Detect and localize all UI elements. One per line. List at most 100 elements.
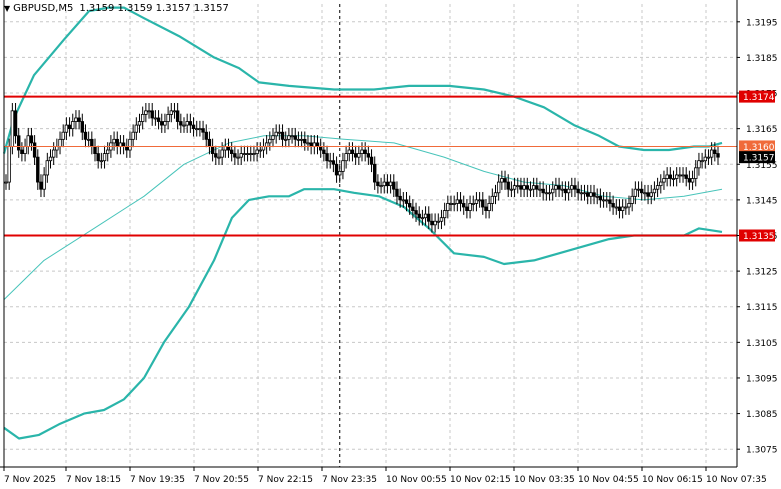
candle-bearish: [484, 206, 488, 211]
price-tick-label: 1.3115: [746, 303, 778, 313]
candle-bearish: [207, 138, 212, 147]
candle-bullish: [474, 199, 479, 204]
candle-bullish: [185, 121, 189, 126]
candle-bullish: [665, 174, 669, 179]
candle-bullish: [446, 203, 450, 211]
candle-bearish: [315, 142, 320, 147]
candle-bearish: [563, 188, 568, 194]
candle-bullish: [106, 149, 110, 154]
candle-bullish: [433, 220, 437, 226]
candle-bullish: [23, 146, 27, 154]
candle-bearish: [519, 185, 523, 190]
candle-bullish: [477, 199, 482, 202]
candle-bullish: [274, 131, 278, 137]
candle-bearish: [214, 153, 218, 158]
candle-bullish: [436, 220, 440, 223]
bollinger-lower-band: [3, 188, 723, 440]
candle-bearish: [115, 138, 119, 147]
candle-bullish: [674, 174, 679, 179]
candle-bullish: [99, 160, 104, 163]
candle-bullish: [633, 188, 638, 197]
candle-bearish: [293, 135, 297, 140]
candle-bearish: [93, 146, 97, 154]
candle-bearish: [373, 163, 377, 183]
candle-bearish: [385, 181, 390, 187]
candle-bullish: [490, 195, 495, 204]
candle-bullish: [560, 188, 564, 191]
price-level-badge-label: 1.3135: [743, 232, 775, 242]
candle-bearish: [204, 131, 208, 140]
candle-bullish: [547, 192, 552, 195]
candle-bullish: [697, 160, 701, 169]
candle-bearish: [175, 110, 180, 122]
price-tick-label: 1.3095: [746, 374, 778, 384]
candle-bullish: [239, 153, 243, 158]
candle-bullish: [531, 185, 536, 190]
candle-bullish: [551, 188, 555, 194]
candle-bearish: [417, 213, 421, 219]
candle-bullish: [198, 128, 202, 131]
candle-bullish: [496, 181, 501, 194]
candle-bullish: [258, 149, 262, 152]
time-tick-label: 10 Nov 06:15: [642, 475, 703, 485]
candle-bullish: [423, 213, 428, 219]
candle-bearish: [160, 121, 164, 126]
candle-bullish: [500, 178, 504, 183]
candle-bullish: [182, 124, 186, 127]
candle-bearish: [350, 149, 355, 154]
candle-bearish: [640, 188, 644, 194]
candle-bullish: [659, 181, 663, 187]
time-tick-label: 10 Nov 02:15: [450, 475, 511, 485]
candle-bullish: [570, 185, 574, 190]
candle-bearish: [226, 146, 231, 151]
candle-bearish: [39, 181, 43, 190]
candle-bearish: [598, 195, 603, 201]
candle-bearish: [32, 142, 37, 158]
candle-bullish: [306, 142, 310, 145]
current-price-label: 1.3157: [743, 154, 775, 164]
candle-bullish: [643, 192, 647, 195]
candle-bearish: [525, 185, 529, 190]
candle-bullish: [131, 131, 135, 140]
candle-bullish: [678, 174, 682, 177]
candle-bullish: [690, 178, 695, 183]
candle-bearish: [77, 117, 81, 122]
ohlc-values: 1.3159 1.3159 1.3157 1.3157: [79, 3, 229, 14]
candle-bullish: [102, 153, 107, 162]
candle-bearish: [17, 135, 21, 151]
candle-bearish: [414, 210, 418, 215]
candle-bearish: [535, 185, 539, 190]
candle-bullish: [112, 138, 116, 144]
price-tick-label: 1.3165: [746, 125, 778, 135]
candle-bullish: [268, 138, 272, 144]
candle-bearish: [541, 188, 545, 194]
candle-bearish: [407, 203, 412, 208]
candle-bullish: [493, 192, 498, 197]
candle-bullish: [48, 156, 53, 162]
candle-bullish: [144, 110, 148, 115]
candle-bearish: [481, 199, 485, 208]
candle-bearish: [210, 146, 215, 154]
candle-bearish: [646, 192, 650, 197]
candle-bullish: [468, 203, 472, 211]
candle-bullish: [449, 203, 453, 205]
candle-bullish: [614, 206, 618, 209]
candle-bullish: [249, 153, 253, 155]
candle-bearish: [713, 149, 717, 154]
candle-bullish: [566, 188, 571, 194]
candle-bearish: [191, 124, 196, 130]
candle-bearish: [325, 153, 329, 162]
candle-bullish: [579, 192, 584, 195]
candle-bullish: [671, 178, 676, 180]
candle-bearish: [280, 131, 285, 140]
price-chart[interactable]: 1.31951.31851.31751.31651.31551.31451.31…: [0, 0, 781, 489]
symbol-menu-icon[interactable]: ▼: [4, 4, 10, 13]
candle-bullish: [439, 217, 444, 222]
candle-bullish: [652, 188, 657, 194]
candle-bullish: [242, 153, 247, 155]
candle-bullish: [166, 114, 170, 122]
candle-bearish: [13, 110, 18, 137]
candle-bullish: [512, 185, 517, 190]
candle-bullish: [328, 160, 332, 163]
candle-bearish: [353, 153, 358, 158]
